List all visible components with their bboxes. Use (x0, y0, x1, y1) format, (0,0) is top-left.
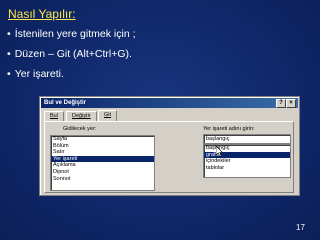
dialog-title: Bul ve Değiştir (44, 100, 87, 106)
tab-find[interactable]: Bul (44, 111, 64, 121)
bullet-text: Düzen – Git (Alt+Ctrl+G). (14, 48, 132, 60)
bullet-text: Yer işareti. (14, 68, 64, 80)
bookmark-input[interactable]: başlangıç (203, 134, 291, 144)
dialog-titlebar: Bul ve Değiştir ? × (41, 98, 298, 108)
goto-item-footnote[interactable]: Dipnot (51, 169, 154, 176)
bullet-item: • Yer işareti. (7, 64, 136, 84)
help-button[interactable]: ? (276, 99, 286, 108)
goto-label: Gidilecek yer: (63, 126, 97, 132)
goto-item-bookmark[interactable]: Yer işareti (51, 155, 154, 163)
bookmark-item[interactable]: tablolar (204, 165, 290, 172)
goto-item-line[interactable]: Satır (51, 149, 154, 156)
mouse-pointer-icon (216, 146, 224, 157)
tab-replace[interactable]: Değiştir (66, 111, 97, 121)
page-number: 17 (296, 223, 305, 232)
goto-item-comment[interactable]: Açıklama (51, 162, 154, 169)
goto-item-section[interactable]: Bölüm (51, 143, 154, 150)
bullet-dot-icon: • (7, 48, 11, 60)
goto-panel: Gidilecek yer: Sayfa Bölüm Satır Yer işa… (44, 121, 294, 193)
bullet-item: • Düzen – Git (Alt+Ctrl+G). (7, 44, 136, 64)
bullet-list: • İstenilen yere gitmek için ; • Düzen – G… (7, 24, 136, 84)
find-replace-dialog: Bul ve Değiştir ? × Bul Değiştir Git Gid… (39, 96, 300, 196)
slide-title: Nasıl Yapılır: (8, 7, 76, 21)
close-button[interactable]: × (286, 99, 296, 108)
tab-goto[interactable]: Git (98, 110, 118, 121)
bullet-item: • İstenilen yere gitmek için ; (7, 24, 136, 44)
goto-item-endnote[interactable]: Sonnot (51, 176, 154, 183)
bullet-text: İstenilen yere gitmek için ; (14, 28, 136, 40)
bookmark-label: Yer işareti adını girin: (203, 126, 255, 132)
bookmark-item[interactable]: içindekiler (204, 158, 290, 165)
goto-item-page[interactable]: Sayfa (51, 136, 154, 143)
bullet-dot-icon: • (7, 28, 11, 40)
bullet-dot-icon: • (7, 68, 11, 80)
goto-listbox[interactable]: Sayfa Bölüm Satır Yer işareti Açıklama D… (50, 135, 155, 191)
